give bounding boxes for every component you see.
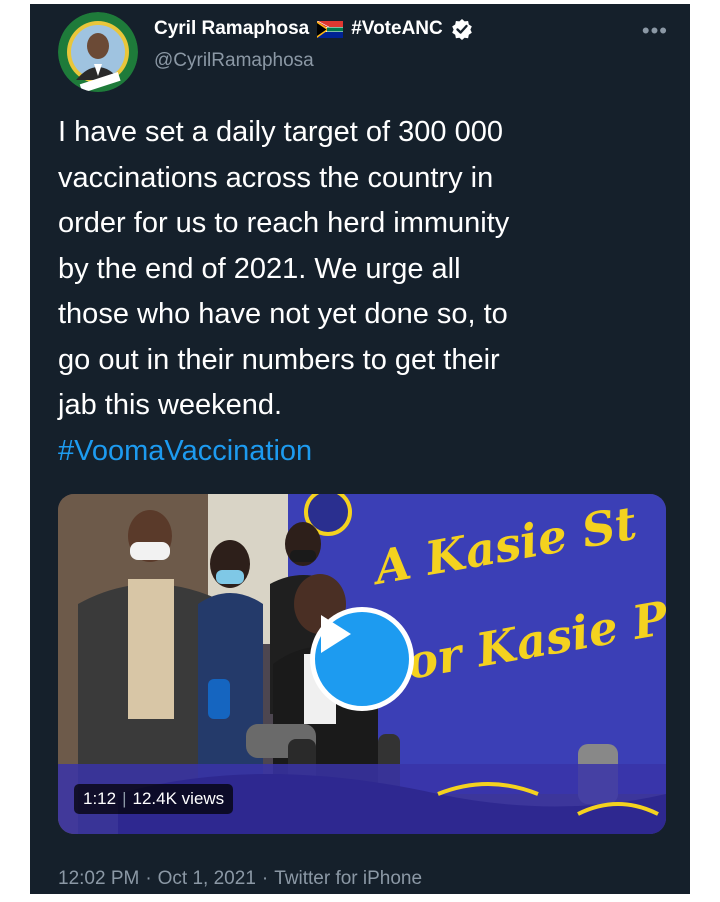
video-stats-badge: 1:12 | 12.4K views bbox=[74, 784, 234, 814]
author-name[interactable]: Cyril Ramaphosa bbox=[154, 18, 309, 40]
more-icon[interactable]: ••• bbox=[642, 18, 668, 44]
video-duration: 1:12 bbox=[83, 789, 117, 808]
author-handle[interactable]: @CyrilRamaphosa bbox=[154, 50, 314, 72]
sa-flag-icon bbox=[317, 20, 344, 38]
meta-dot: · bbox=[261, 868, 269, 889]
video-views: 12.4K views bbox=[132, 789, 225, 808]
badge-separator: | bbox=[122, 789, 127, 808]
tweet-body: I have set a daily target of 300 000 vac… bbox=[58, 110, 678, 474]
avatar[interactable] bbox=[58, 12, 138, 92]
author-row: Cyril Ramaphosa #VoteANC bbox=[154, 18, 473, 40]
author-tag: #VoteANC bbox=[351, 18, 443, 39]
avatar-image bbox=[58, 12, 138, 92]
play-button[interactable] bbox=[310, 607, 414, 711]
play-icon bbox=[321, 615, 351, 653]
tweet-date[interactable]: Oct 1, 2021 bbox=[158, 868, 256, 890]
tweet-source[interactable]: Twitter for iPhone bbox=[274, 868, 422, 890]
video-player[interactable]: A Kasie St or Kasie P 1:12 | 12.4K views bbox=[58, 494, 666, 834]
tweet-text: I have set a daily target of 300 000 vac… bbox=[58, 116, 510, 421]
tweet-time[interactable]: 12:02 PM bbox=[58, 868, 139, 890]
meta-dot: · bbox=[145, 868, 152, 889]
tweet-meta: 12:02 PM · Oct 1, 2021 · Twitter for iPh… bbox=[58, 868, 422, 890]
verified-icon bbox=[451, 18, 473, 40]
tweet-card: Cyril Ramaphosa #VoteANC @CyrilRamaphosa… bbox=[30, 4, 690, 894]
hashtag-link[interactable]: #VoomaVaccination bbox=[58, 429, 678, 475]
